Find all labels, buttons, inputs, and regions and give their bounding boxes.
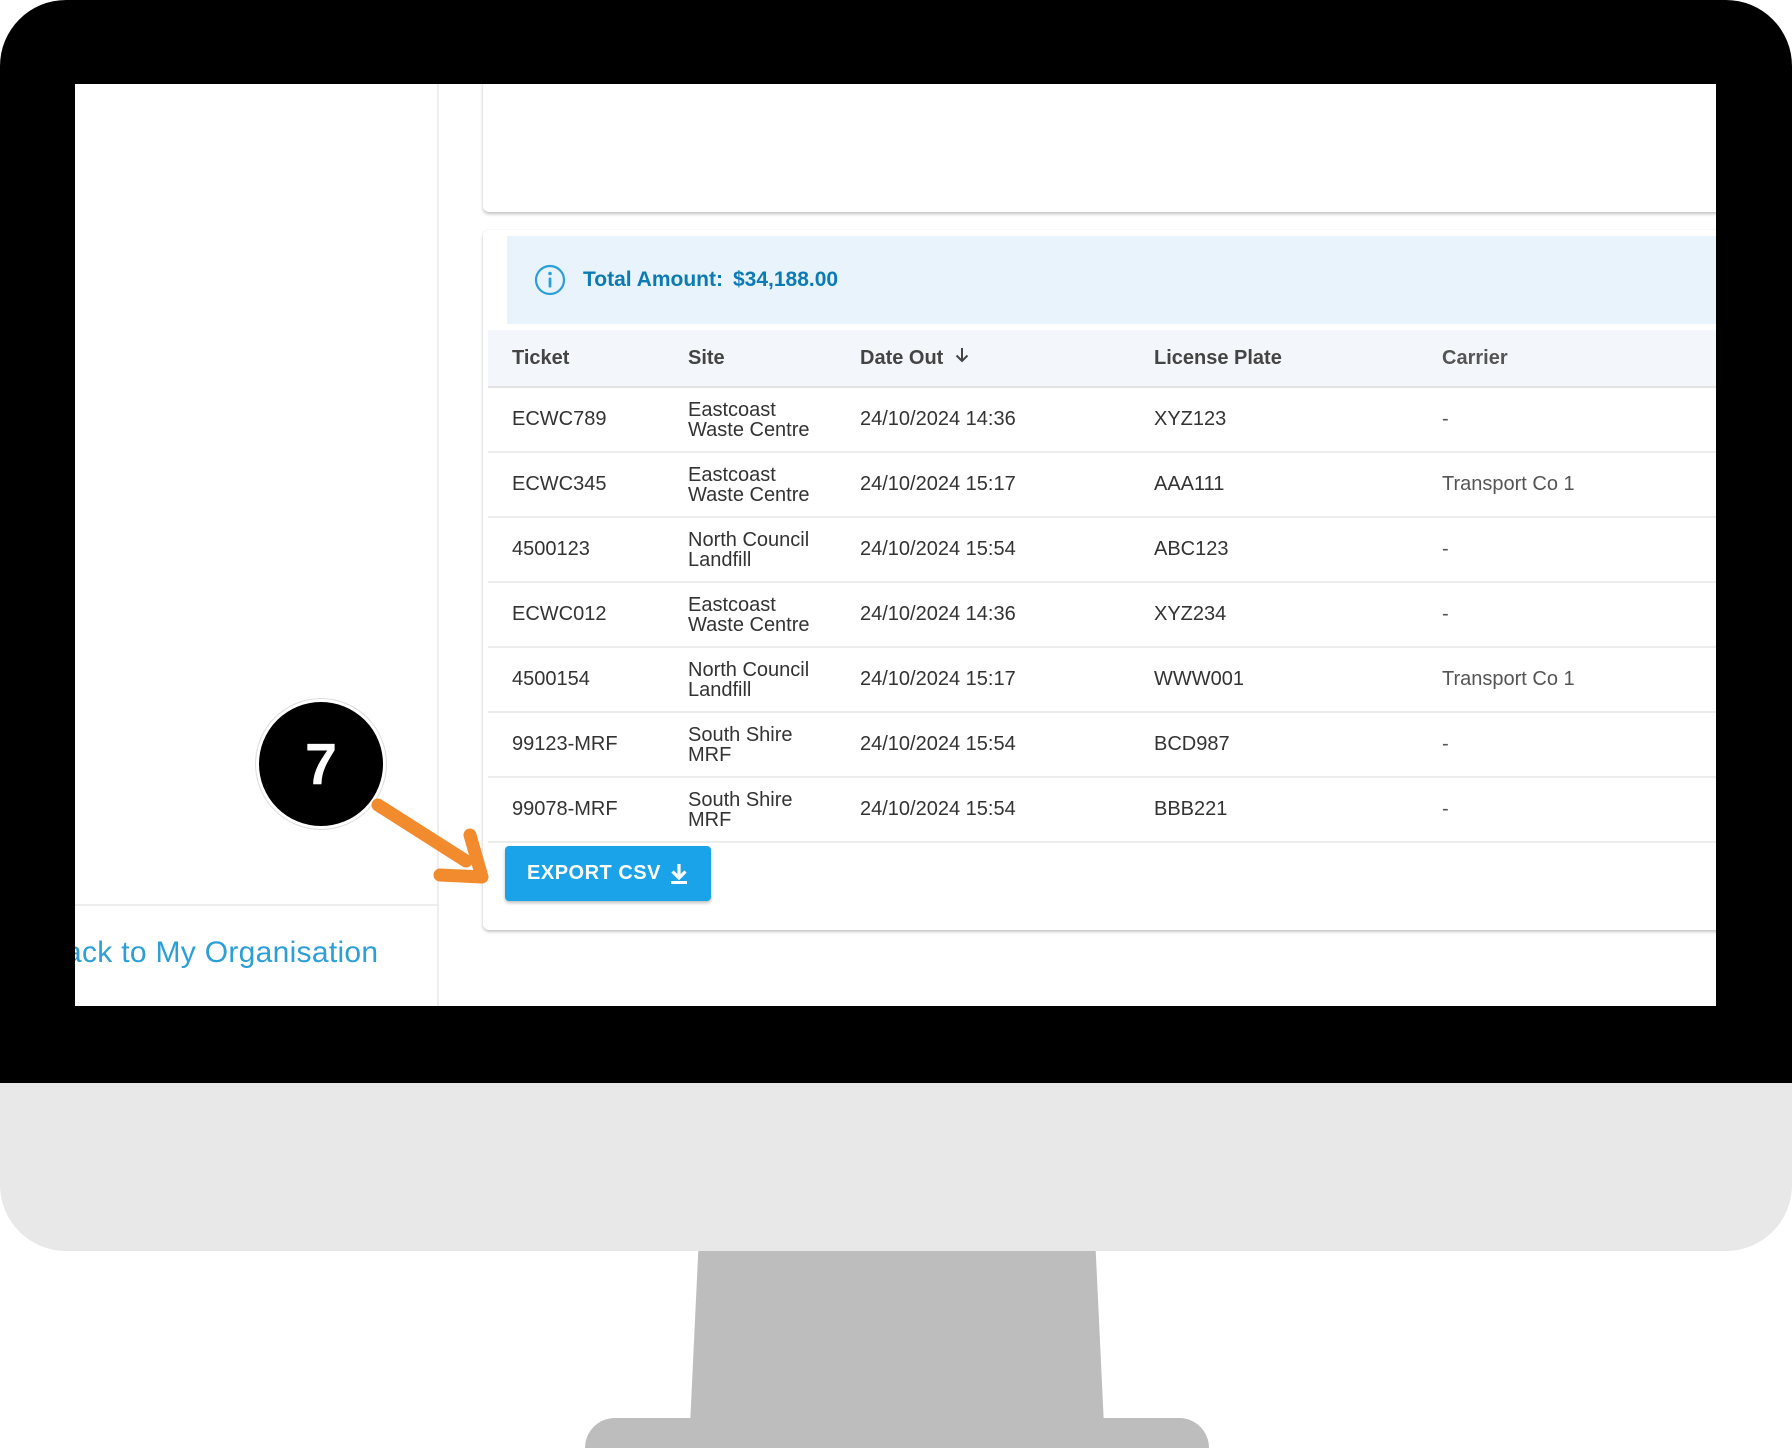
license-plate-cell: XYZ234	[1154, 582, 1442, 648]
monitor-chin	[0, 1083, 1792, 1251]
column-header-date-out-label: Date Out	[860, 347, 944, 369]
carrier-cell: -	[1442, 387, 1716, 453]
license-plate-cell: AAA111	[1154, 452, 1442, 518]
date-out-cell: 24/10/2024 15:54	[860, 517, 1154, 583]
column-header-site[interactable]: Site	[688, 330, 860, 388]
site-cell: South Shire MRF	[688, 712, 860, 778]
carrier-cell: -	[1442, 712, 1716, 778]
site-cell: Eastcoast Waste Centre	[688, 387, 860, 453]
top-card	[483, 84, 1716, 212]
tickets-table: Ticket Site Date Out License Plate Carri…	[488, 330, 1716, 843]
site-line1: North Council	[688, 658, 810, 681]
site-line1: Eastcoast	[688, 593, 776, 616]
table-header-row: Ticket Site Date Out License Plate Carri…	[488, 330, 1716, 388]
download-icon	[670, 863, 687, 884]
column-header-date-out[interactable]: Date Out	[860, 330, 1154, 388]
table-row[interactable]: 99123-MRF South Shire MRF 24/10/2024 15:5…	[488, 712, 1716, 778]
date-out-cell: 24/10/2024 15:54	[860, 777, 1154, 843]
date-out-cell: 24/10/2024 14:36	[860, 582, 1154, 648]
site-line1: Eastcoast	[688, 398, 776, 421]
column-header-license-plate[interactable]: License Plate	[1154, 330, 1442, 388]
ticket-cell: ECWC012	[488, 582, 688, 648]
site-cell: Eastcoast Waste Centre	[688, 452, 860, 518]
export-csv-label: EXPORT CSV	[527, 862, 661, 884]
site-line2: Waste Centre	[688, 418, 810, 441]
license-plate-cell: BBB221	[1154, 777, 1442, 843]
step-number-badge: 7	[256, 699, 386, 829]
back-to-organisation-link[interactable]: ack to My Organisation	[75, 936, 378, 970]
ticket-cell: ECWC789	[488, 387, 688, 453]
monitor-stand-base	[585, 1418, 1209, 1448]
table-row[interactable]: 4500154 North Council Landfill 24/10/2024…	[488, 647, 1716, 713]
total-amount-banner: Total Amount: $34,188.00	[507, 236, 1716, 324]
license-plate-cell: WWW001	[1154, 647, 1442, 713]
carrier-cell: Transport Co 1	[1442, 452, 1716, 518]
carrier-cell: -	[1442, 777, 1716, 843]
site-line2: Landfill	[688, 548, 752, 571]
site-line2: MRF	[688, 808, 732, 831]
site-line1: North Council	[688, 528, 810, 551]
monitor-stand	[690, 1251, 1104, 1426]
table-row[interactable]: 4500123 North Council Landfill 24/10/2024…	[488, 517, 1716, 583]
carrier-cell: -	[1442, 582, 1716, 648]
site-cell: Eastcoast Waste Centre	[688, 582, 860, 648]
tickets-card: Total Amount: $34,188.00 Ticket Site Dat…	[483, 230, 1716, 930]
ticket-cell: ECWC345	[488, 452, 688, 518]
carrier-cell: -	[1442, 517, 1716, 583]
total-amount-label: Total Amount:	[583, 268, 723, 291]
site-line1: Eastcoast	[688, 463, 776, 486]
screen: ack to My Organisation Total Amount: $34…	[75, 84, 1716, 1006]
date-out-cell: 24/10/2024 15:54	[860, 712, 1154, 778]
arrow-down-icon	[953, 346, 971, 370]
site-cell: South Shire MRF	[688, 777, 860, 843]
date-out-cell: 24/10/2024 15:17	[860, 452, 1154, 518]
site-line2: Landfill	[688, 678, 752, 701]
site-cell: North Council Landfill	[688, 647, 860, 713]
column-header-ticket[interactable]: Ticket	[488, 330, 688, 388]
ticket-cell: 4500123	[488, 517, 688, 583]
table-row[interactable]: ECWC789 Eastcoast Waste Centre 24/10/2024…	[488, 387, 1716, 453]
ticket-cell: 4500154	[488, 647, 688, 713]
ticket-cell: 99078-MRF	[488, 777, 688, 843]
table-row[interactable]: ECWC012 Eastcoast Waste Centre 24/10/2024…	[488, 582, 1716, 648]
arrow-pointer-icon	[371, 798, 489, 884]
site-line1: South Shire	[688, 723, 793, 746]
table-row[interactable]: 99078-MRF South Shire MRF 24/10/2024 15:5…	[488, 777, 1716, 843]
site-line2: Waste Centre	[688, 483, 810, 506]
sidebar-divider	[75, 904, 437, 906]
carrier-cell: Transport Co 1	[1442, 647, 1716, 713]
date-out-cell: 24/10/2024 14:36	[860, 387, 1154, 453]
export-csv-button[interactable]: EXPORT CSV	[505, 846, 711, 901]
column-header-carrier[interactable]: Carrier	[1442, 330, 1716, 388]
site-line1: South Shire	[688, 788, 793, 811]
site-cell: North Council Landfill	[688, 517, 860, 583]
license-plate-cell: XYZ123	[1154, 387, 1442, 453]
ticket-cell: 99123-MRF	[488, 712, 688, 778]
license-plate-cell: BCD987	[1154, 712, 1442, 778]
site-line2: MRF	[688, 743, 732, 766]
total-amount-value: $34,188.00	[732, 268, 839, 291]
date-out-cell: 24/10/2024 15:17	[860, 647, 1154, 713]
info-icon	[534, 264, 566, 296]
site-line2: Waste Centre	[688, 613, 810, 636]
license-plate-cell: ABC123	[1154, 517, 1442, 583]
table-row[interactable]: ECWC345 Eastcoast Waste Centre 24/10/2024…	[488, 452, 1716, 518]
